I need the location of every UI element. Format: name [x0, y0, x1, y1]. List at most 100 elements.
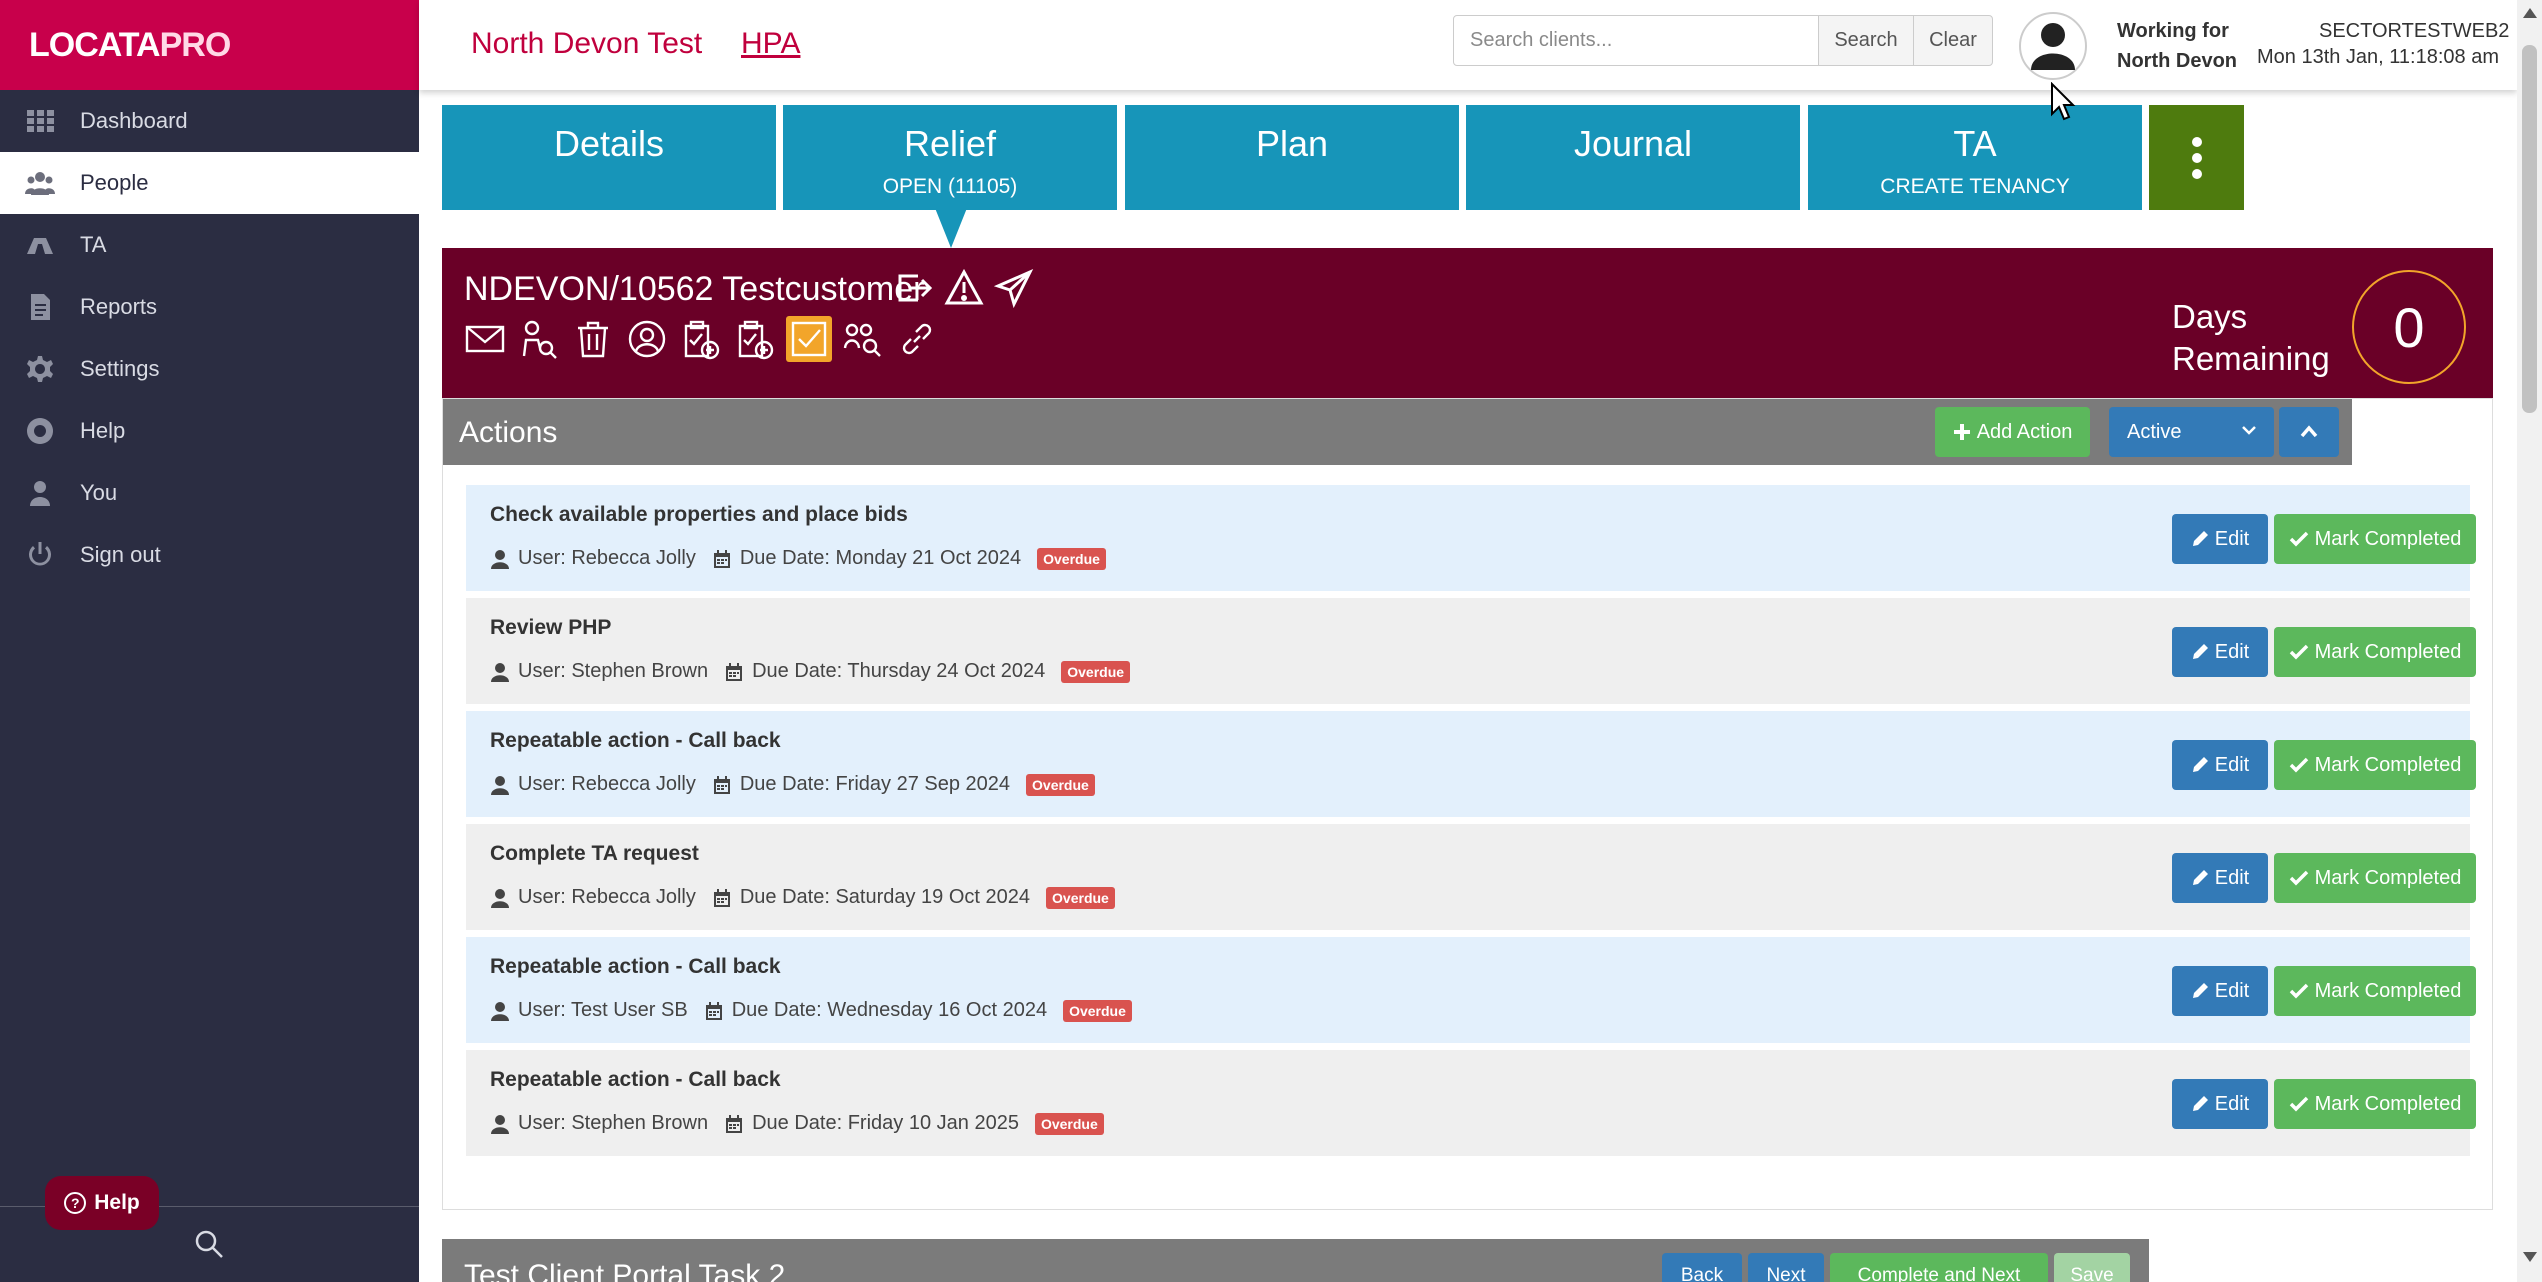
action-row: Review PHP User: Stephen Brown Due Date: T… — [466, 598, 2476, 704]
tab-ta[interactable]: TA CREATE TENANCY — [1808, 105, 2142, 210]
tab-plan[interactable]: Plan — [1125, 105, 1459, 210]
tab-title: Details — [553, 123, 665, 164]
person-search-icon[interactable] — [516, 316, 562, 362]
action-row: Repeatable action - Call back User: Steph… — [466, 1050, 2476, 1156]
exit-icon[interactable] — [894, 268, 934, 308]
mark-completed-button[interactable]: Mark Completed — [2274, 627, 2476, 677]
action-user: User: Test User SB — [518, 999, 688, 1021]
sidebar-item-ta[interactable]: TA — [0, 214, 419, 276]
top-header: North Devon Test HPA Search Clear Workin… — [419, 0, 2517, 90]
working-for: Working for North Devon — [2117, 16, 2237, 76]
clipboard-add-icon[interactable] — [678, 316, 724, 362]
sidebar-item-settings[interactable]: Settings — [0, 338, 419, 400]
action-due-date: Due Date: Thursday 24 Oct 2024 — [752, 660, 1046, 682]
mark-completed-label: Mark Completed — [2314, 866, 2462, 889]
help-button[interactable]: ? Help — [45, 1176, 159, 1230]
sidebar-item-reports[interactable]: Reports — [0, 276, 419, 338]
sidebar-item-you[interactable]: You — [0, 462, 419, 524]
user-icon — [491, 888, 509, 908]
sidebar-item-dashboard[interactable]: Dashboard — [0, 90, 419, 152]
collapse-button[interactable] — [2279, 407, 2339, 457]
edit-action-button[interactable]: Edit — [2172, 853, 2268, 903]
save-label: Save — [2070, 1265, 2114, 1282]
search-input[interactable] — [1453, 15, 1819, 66]
user-icon — [491, 1114, 509, 1134]
check-icon — [2289, 531, 2308, 547]
mark-completed-label: Mark Completed — [2314, 527, 2462, 550]
sidebar-item-people[interactable]: People — [0, 152, 419, 214]
actions-title: Actions — [459, 416, 558, 449]
logo[interactable]: LOCATAPRO — [0, 0, 419, 90]
tab-details[interactable]: Details — [442, 105, 776, 210]
complete-next-label: Complete and Next — [1857, 1265, 2021, 1282]
envelope-icon[interactable] — [462, 316, 508, 362]
save-button[interactable]: Save — [2054, 1253, 2130, 1282]
complete-and-next-button[interactable]: Complete and Next — [1830, 1253, 2048, 1282]
back-button[interactable]: Back — [1662, 1253, 1742, 1282]
sidebar-item-label: Dashboard — [80, 108, 188, 133]
warning-icon[interactable] — [944, 268, 984, 308]
avatar[interactable] — [2019, 12, 2087, 80]
back-label: Back — [1680, 1265, 1724, 1282]
sidebar-item-label: Settings — [80, 356, 160, 381]
trash-icon[interactable] — [570, 316, 616, 362]
search-button[interactable]: Search — [1818, 15, 1914, 66]
sidebar-item-sign-out[interactable]: Sign out — [0, 524, 419, 586]
edit-label: Edit — [2214, 979, 2250, 1002]
mark-completed-button[interactable]: Mark Completed — [2274, 853, 2476, 903]
action-meta: User: Rebecca Jolly Due Date: Friday 27 S… — [490, 773, 1095, 796]
mark-completed-button[interactable]: Mark Completed — [2274, 740, 2476, 790]
tab-title: TA — [1953, 123, 1997, 164]
sidebar-item-label: TA — [80, 232, 107, 257]
org-link[interactable]: HPA — [741, 27, 800, 61]
tab-relief[interactable]: Relief OPEN (11105) — [783, 105, 1117, 210]
task-panel-title: Test Client Portal Task 2 — [464, 1259, 786, 1282]
checkbox-checked-icon[interactable] — [786, 316, 832, 362]
tab-journal[interactable]: Journal — [1466, 105, 1800, 210]
edit-action-button[interactable]: Edit — [2172, 966, 2268, 1016]
chevron-up-icon — [2300, 425, 2318, 438]
edit-action-button[interactable]: Edit — [2172, 627, 2268, 677]
scroll-up-arrow-icon[interactable] — [2523, 8, 2537, 18]
edit-action-button[interactable]: Edit — [2172, 740, 2268, 790]
send-icon[interactable] — [994, 268, 1034, 308]
sidebar-item-label: You — [80, 480, 118, 505]
link-icon[interactable] — [894, 316, 940, 362]
mark-completed-label: Mark Completed — [2314, 640, 2462, 663]
user-circle-icon[interactable] — [624, 316, 670, 362]
edit-label: Edit — [2214, 1092, 2250, 1115]
action-meta: User: Test User SB Due Date: Wednesday 16… — [490, 999, 1132, 1022]
clear-button[interactable]: Clear — [1913, 15, 1993, 66]
search-icon[interactable] — [193, 1228, 225, 1260]
mark-completed-button[interactable]: Mark Completed — [2274, 966, 2476, 1016]
pencil-icon — [2192, 983, 2208, 998]
people-search-icon[interactable] — [840, 316, 886, 362]
action-meta: User: Stephen Brown Due Date: Friday 10 J… — [490, 1112, 1104, 1135]
client-banner: NDEVON/10562 Testcustomer Days Remaining… — [442, 248, 2493, 398]
scroll-thumb[interactable] — [2522, 45, 2537, 413]
question-icon: ? — [64, 1192, 87, 1214]
add-action-button[interactable]: Add Action — [1935, 407, 2090, 457]
user-code: SECTORTESTWEB2 — [2319, 20, 2510, 42]
more-options-button[interactable] — [2149, 105, 2244, 210]
calendar-icon — [713, 549, 730, 568]
sidebar-item-help[interactable]: Help — [0, 400, 419, 462]
logo-text: LOCATAPRO — [29, 25, 231, 64]
action-due-date: Due Date: Friday 10 Jan 2025 — [752, 1112, 1019, 1134]
action-title: Repeatable action - Call back — [490, 955, 781, 978]
user-silhouette-icon — [2031, 23, 2075, 70]
page-scrollbar[interactable] — [2517, 0, 2542, 1282]
mark-completed-button[interactable]: Mark Completed — [2274, 514, 2476, 564]
action-title: Check available properties and place bid… — [490, 503, 908, 526]
scroll-down-arrow-icon[interactable] — [2523, 1252, 2537, 1262]
status-filter-select[interactable]: Active — [2109, 407, 2274, 457]
edit-action-button[interactable]: Edit — [2172, 514, 2268, 564]
pencil-icon — [2192, 644, 2208, 659]
next-button[interactable]: Next — [1748, 1253, 1824, 1282]
pencil-icon — [2192, 870, 2208, 885]
banner-title-icons — [894, 268, 1034, 308]
edit-action-button[interactable]: Edit — [2172, 1079, 2268, 1129]
mark-completed-button[interactable]: Mark Completed — [2274, 1079, 2476, 1129]
days-remaining-label: Days Remaining — [2172, 296, 2330, 380]
clipboard-add-icon[interactable] — [732, 316, 778, 362]
